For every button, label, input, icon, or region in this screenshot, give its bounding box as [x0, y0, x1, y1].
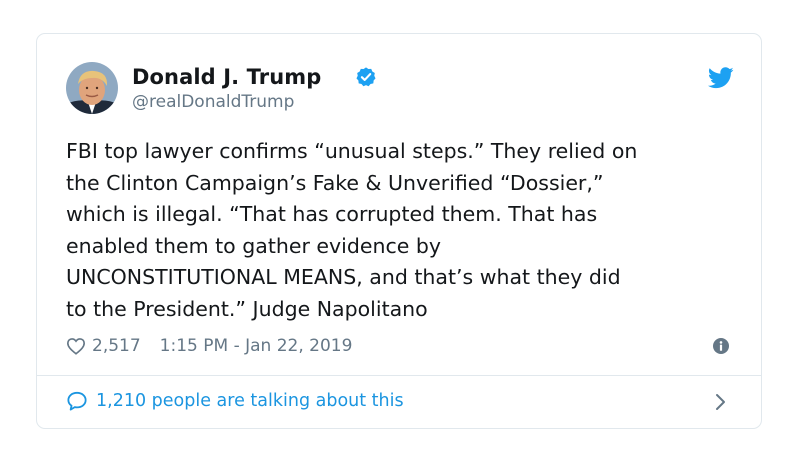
heart-icon[interactable] — [66, 337, 86, 355]
talking-count-text[interactable]: 1,210 people are talking about this — [96, 391, 404, 411]
timestamp[interactable]: 1:15 PM - Jan 22, 2019 — [160, 336, 353, 356]
like-count[interactable]: 2,517 — [92, 336, 141, 356]
avatar[interactable] — [66, 62, 118, 114]
handle[interactable]: @realDonaldTrump — [132, 92, 294, 112]
chevron-right-icon[interactable] — [714, 393, 726, 411]
tweet-card: Donald J. Trump @realDonaldTrump FBI top… — [36, 33, 762, 429]
info-icon[interactable] — [713, 338, 729, 354]
twitter-bird-icon[interactable] — [708, 67, 734, 89]
display-name[interactable]: Donald J. Trump — [132, 65, 321, 89]
verified-badge-icon — [356, 67, 376, 87]
avatar-image — [66, 62, 118, 114]
tweet-meta: 2,517 1:15 PM - Jan 22, 2019 — [66, 334, 352, 358]
conversation-link[interactable]: 1,210 people are talking about this — [66, 389, 404, 413]
divider — [37, 375, 761, 376]
tweet-text: FBI top lawyer confirms “unusual steps.”… — [66, 139, 638, 321]
speech-bubble-icon — [67, 391, 87, 411]
